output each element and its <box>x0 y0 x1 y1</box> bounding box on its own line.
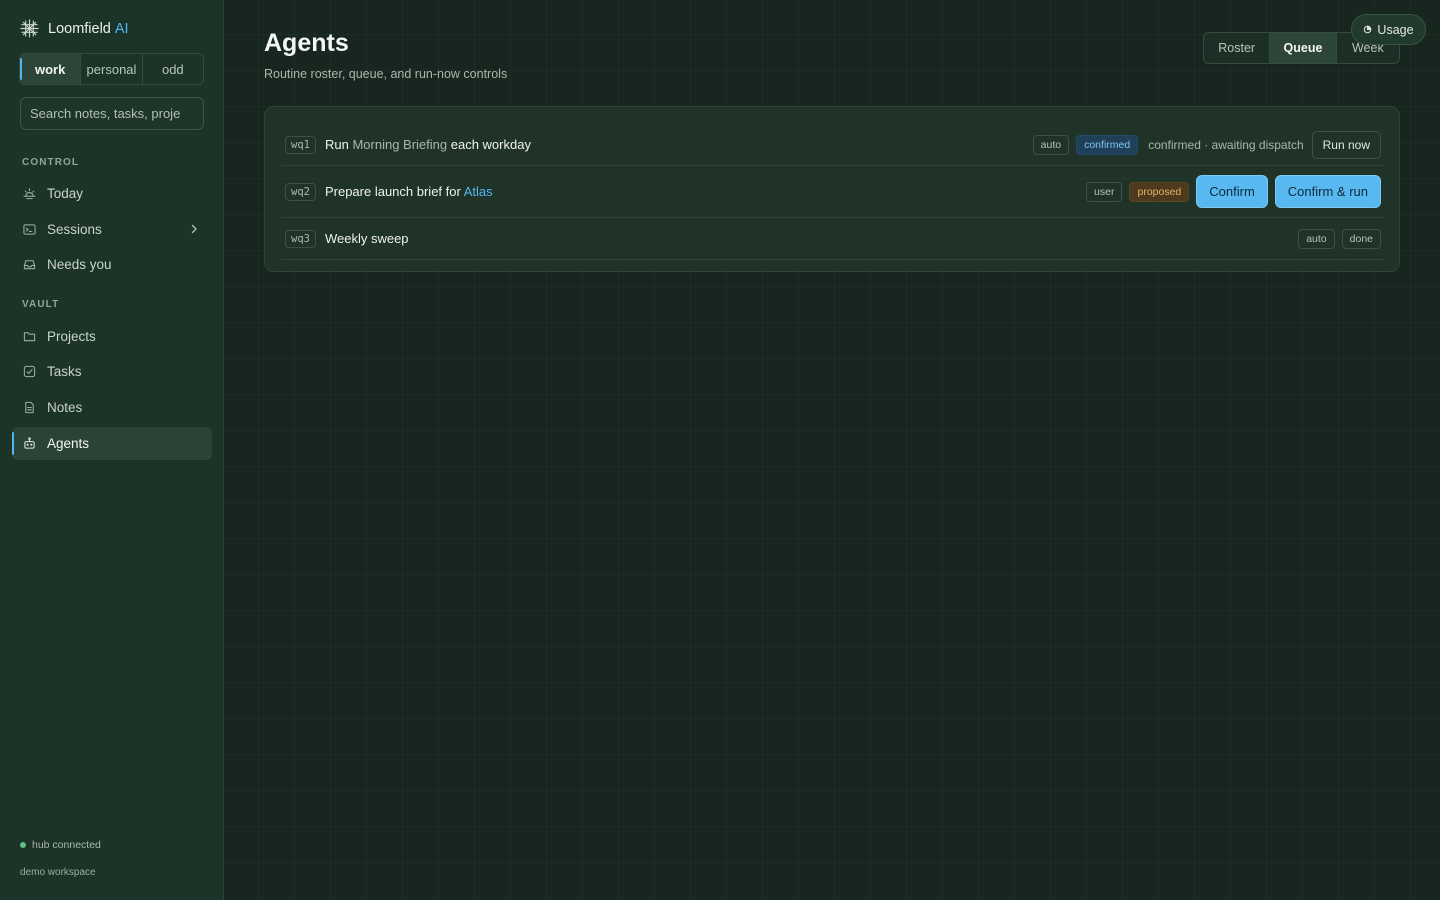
state-badge: done <box>1341 228 1381 249</box>
sidebar-item-needs-you[interactable]: Needs you <box>12 248 212 281</box>
tab-roster[interactable]: Roster <box>1204 33 1271 63</box>
queue-title: Run Morning Briefing each workday <box>325 137 531 152</box>
queue-title-link[interactable]: Atlas <box>464 184 493 199</box>
sidebar-item-tasks[interactable]: Tasks <box>12 355 212 388</box>
sidebar-item-agents[interactable]: Agents <box>12 427 212 460</box>
hub-status-text: hub connected <box>32 839 101 851</box>
queue-title-ref[interactable]: Morning Briefing <box>352 137 447 152</box>
sidebar-item-label: Needs you <box>47 257 112 272</box>
loom-logo-icon <box>20 19 39 38</box>
status-dot-icon <box>20 842 26 848</box>
search-input[interactable] <box>20 97 204 130</box>
section-label-control: CONTROL <box>22 157 80 168</box>
queue-title: Weekly sweep <box>324 231 409 246</box>
sidebar-item-label: Today <box>47 186 84 201</box>
queue-title-prefix: Run <box>324 137 349 152</box>
folder-icon <box>23 330 36 343</box>
section-label-vault: VAULT <box>22 299 60 310</box>
sidebar-item-label: Sessions <box>47 222 102 237</box>
document-icon <box>23 401 36 414</box>
page-title: Agents <box>264 29 349 57</box>
sidebar-item-label: Notes <box>47 400 83 415</box>
source-badge: auto <box>1032 134 1070 155</box>
workspace-switcher: work personal odd <box>19 53 204 85</box>
terminal-icon <box>23 223 36 236</box>
status-note: confirmed · awaiting dispatch <box>1148 137 1304 152</box>
usage-icon <box>1364 25 1372 34</box>
sidebar-item-notes[interactable]: Notes <box>12 391 212 424</box>
workspace-work[interactable]: work <box>20 54 82 84</box>
tab-queue[interactable]: Queue <box>1270 33 1337 63</box>
queue-id: wq3 <box>285 229 316 248</box>
brand[interactable]: Loomfield AI <box>20 19 129 38</box>
usage-label: Usage <box>1377 22 1414 37</box>
state-badge: proposed <box>1129 181 1190 202</box>
workspace-footer: demo workspace <box>20 867 96 878</box>
queue-title-prefix: Prepare launch brief for <box>324 184 461 199</box>
brand-suffix: AI <box>114 20 129 37</box>
sidebar-item-sessions[interactable]: Sessions <box>12 213 212 246</box>
sun-icon <box>23 187 36 200</box>
page-subtitle: Routine roster, queue, and run-now contr… <box>264 67 508 81</box>
run-now-button[interactable]: Run now <box>1311 130 1381 159</box>
checkbox-icon <box>23 365 36 378</box>
queue-row[interactable]: wq2 Prepare launch brief for Atlas user … <box>281 166 1385 218</box>
sidebar: LoomfieldAI work personal odd CONTROL To… <box>0 0 224 900</box>
sidebar-item-label: Tasks <box>47 364 82 379</box>
workspace-odd[interactable]: odd <box>143 54 203 84</box>
sidebar-item-projects[interactable]: Projects <box>12 320 212 353</box>
queue-title: Prepare launch brief for Atlas <box>325 184 493 199</box>
state-badge: confirmed <box>1076 134 1139 155</box>
brand-name: Loomfield <box>48 20 111 37</box>
workspace-personal[interactable]: personal <box>81 54 143 84</box>
chevron-right-icon[interactable] <box>188 223 200 235</box>
queue-panel: wq1 Run Morning Briefing each workday au… <box>264 106 1400 272</box>
queue-id: wq2 <box>285 182 316 201</box>
queue-title-suffix: each workday <box>450 137 531 152</box>
usage-button[interactable]: Usage <box>1351 14 1426 45</box>
confirm-and-run-button[interactable]: Confirm & run <box>1274 175 1381 208</box>
sidebar-item-today[interactable]: Today <box>12 177 212 210</box>
confirm-button[interactable]: Confirm <box>1196 175 1268 208</box>
sidebar-item-label: Projects <box>47 329 96 344</box>
main-content: Agents Routine roster, queue, and run-no… <box>224 0 1440 900</box>
sidebar-item-label: Agents <box>47 436 90 451</box>
queue-row[interactable]: wq1 Run Morning Briefing each workday au… <box>281 124 1385 166</box>
source-badge: user <box>1086 181 1123 202</box>
inbox-icon <box>23 258 36 271</box>
hub-status: hub connected <box>20 839 101 851</box>
robot-icon <box>23 437 36 450</box>
queue-row[interactable]: wq3 Weekly sweep auto done <box>281 218 1385 260</box>
queue-id: wq1 <box>285 135 316 154</box>
source-badge: auto <box>1298 228 1335 249</box>
